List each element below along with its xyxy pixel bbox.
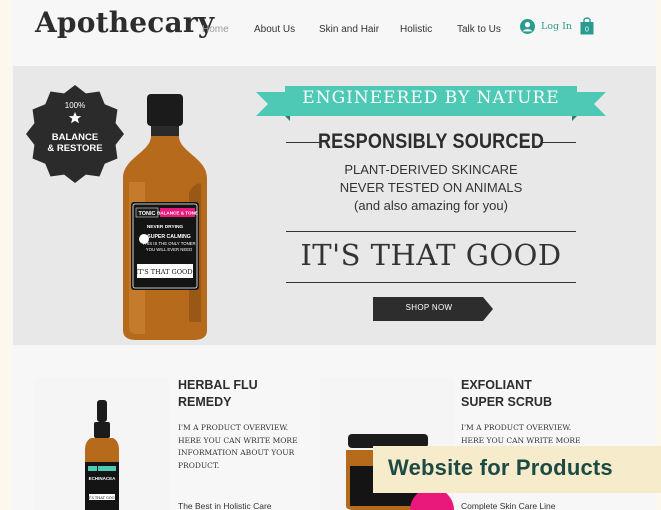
cart-count: 0 [585, 27, 589, 34]
page: Apothecary Home About Us Skin and Hair H… [13, 0, 656, 510]
product-title-1[interactable]: HERBAL FLU REMEDY [178, 377, 258, 411]
svg-text:IT'S THAT GOOD.: IT'S THAT GOOD. [136, 268, 195, 276]
site-logo[interactable]: Apothecary [35, 6, 214, 39]
badge-line2: & RESTORE [47, 143, 103, 154]
svg-text:THIS IS THE ONLY TONER: THIS IS THE ONLY TONER [142, 241, 195, 246]
nav-skin-and-hair[interactable]: Skin and Hair [319, 24, 379, 35]
svg-text:BALANCE & TONE: BALANCE & TONE [157, 211, 198, 216]
product-image-herbal-flu-remedy[interactable]: ECHINACEA IT'S THAT GOOD [35, 378, 169, 510]
caption-text: Website for Products [388, 455, 613, 480]
divider [286, 282, 576, 283]
hero-line-3: (and also amazing for you) [354, 198, 508, 213]
product-title-2[interactable]: EXFOLIANT SUPER SCRUB [461, 377, 552, 411]
login-button[interactable]: Log In [520, 19, 572, 34]
svg-text:ECHINACEA: ECHINACEA [89, 476, 117, 481]
product-tag-2: Complete Skin Care Line [461, 501, 556, 510]
shop-now-label: SHOP NOW [405, 303, 453, 312]
hero-banner: 100% BALANCE & RESTORE TONIC BALANCE & T… [13, 66, 656, 345]
cart-icon[interactable]: 0 [580, 16, 594, 35]
svg-text:TONIC: TONIC [138, 211, 155, 217]
hero-tagline: IT'S THAT GOOD [300, 238, 562, 272]
hero-line-2: NEVER TESTED ON ANIMALS [339, 180, 523, 195]
ribbon-text: ENGINEERED BY NATURE [302, 88, 560, 108]
product-description-1: I'M A PRODUCT OVERVIEW. HERE YOU CAN WRI… [178, 423, 298, 470]
svg-text:SUPER CALMING: SUPER CALMING [147, 234, 191, 240]
nav-holistic[interactable]: Holistic [400, 24, 432, 35]
responsibly-sourced-heading: RESPONSIBLY SOURCED [317, 130, 545, 153]
tonic-bottle-image: TONIC BALANCE & TONE NEVER DRYING SUPER … [123, 94, 207, 340]
nav-home[interactable]: Home [202, 24, 229, 35]
product-tag-1: The Best in Holistic Care [178, 501, 272, 510]
svg-text:YOU WILL EVER NEED: YOU WILL EVER NEED [146, 247, 192, 252]
badge-seal-text: 100% BALANCE & RESTORE [25, 84, 125, 184]
badge-percent: 100% [64, 101, 86, 110]
nav-talk-to-us[interactable]: Talk to Us [457, 24, 501, 35]
hero-line-1: PLANT-DERIVED SKINCARE [344, 162, 518, 177]
badge-line1: BALANCE [51, 132, 99, 143]
product-description-2: I'M A PRODUCT OVERVIEW. HERE YOU CAN WRI… [461, 423, 581, 445]
svg-text:IT'S THAT GOOD: IT'S THAT GOOD [87, 496, 118, 500]
user-avatar-icon [520, 19, 535, 34]
svg-text:NEVER DRYING: NEVER DRYING [147, 224, 184, 230]
divider [286, 231, 576, 232]
nav-about-us[interactable]: About Us [254, 24, 295, 35]
login-label: Log In [541, 21, 573, 32]
site-header: Apothecary Home About Us Skin and Hair H… [13, 0, 656, 66]
